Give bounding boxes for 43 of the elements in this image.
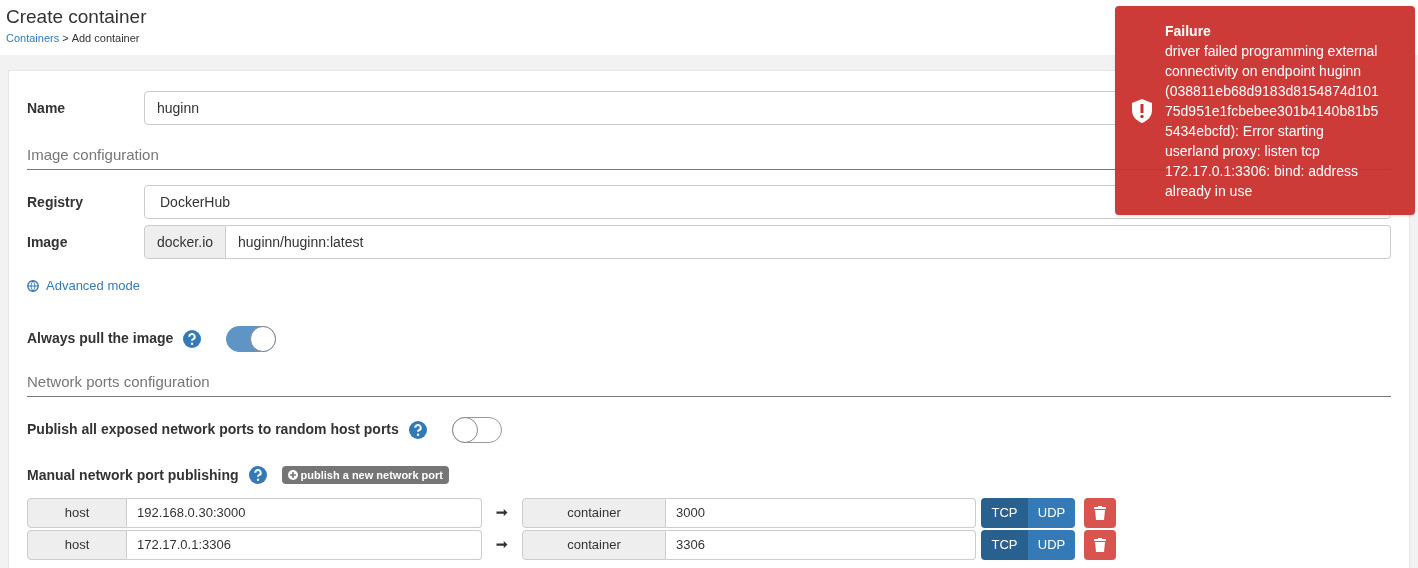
toggle-switch[interactable]	[451, 416, 502, 443]
toast-title: Failure	[1165, 21, 1212, 41]
protocol-toggle[interactable]: UDP	[1028, 497, 1075, 528]
field-label: Publish all exposed network ports to random host ports	[27, 420, 399, 439]
help-icon	[408, 420, 427, 439]
protocol-toggle[interactable]: UDP	[1028, 529, 1075, 560]
host-input[interactable]: 172.17.0.1:3306	[127, 529, 482, 560]
container-input[interactable]: 3000	[666, 497, 976, 528]
host-addon: host	[27, 529, 127, 560]
image-input[interactable]: huginn/huginn:latest	[226, 225, 1391, 259]
container-input[interactable]: 3306	[666, 529, 976, 560]
section-heading: Network ports configuration	[27, 372, 210, 390]
help-icon	[248, 466, 267, 484]
registry-prefix: docker.io	[144, 225, 227, 259]
advanced-mode-link[interactable]: Advanced mode	[46, 276, 140, 296]
trash-icon	[1094, 505, 1106, 520]
field-label: Always pull the image	[27, 329, 174, 348]
field-label: Image	[27, 234, 68, 250]
help-icon	[183, 329, 202, 348]
protocol-toggle[interactable]: TCP	[981, 497, 1028, 528]
toggle-switch[interactable]	[226, 325, 277, 352]
container-addon: container	[522, 529, 666, 560]
field-label: Registry	[27, 194, 84, 210]
arrow-glyph: ➞	[495, 503, 509, 522]
host-input[interactable]: 192.168.0.30:3000	[127, 497, 482, 528]
host-addon: host	[27, 497, 127, 528]
field-label: Manual network port publishing	[27, 465, 239, 485]
plus-circle-icon	[287, 470, 298, 480]
section-heading: Image configuration	[27, 146, 159, 163]
breadcrumb-link[interactable]: Containers	[6, 30, 60, 47]
protocol-toggle[interactable]: TCP	[981, 529, 1028, 560]
page-title: Create container	[6, 6, 147, 28]
breadcrumb-current: Add container	[71, 31, 140, 46]
delete-button[interactable]	[1084, 529, 1116, 560]
trash-icon	[1094, 537, 1106, 552]
field-label: Name	[27, 100, 66, 116]
delete-button[interactable]	[1084, 497, 1116, 528]
globe-icon	[27, 279, 39, 292]
container-addon: container	[522, 497, 666, 528]
shield-alert-icon	[1131, 98, 1153, 123]
arrow-glyph: ➞	[495, 535, 509, 554]
add-port-button[interactable]: publish a new network port	[281, 466, 449, 484]
breadcrumb-separator: >	[62, 31, 69, 46]
